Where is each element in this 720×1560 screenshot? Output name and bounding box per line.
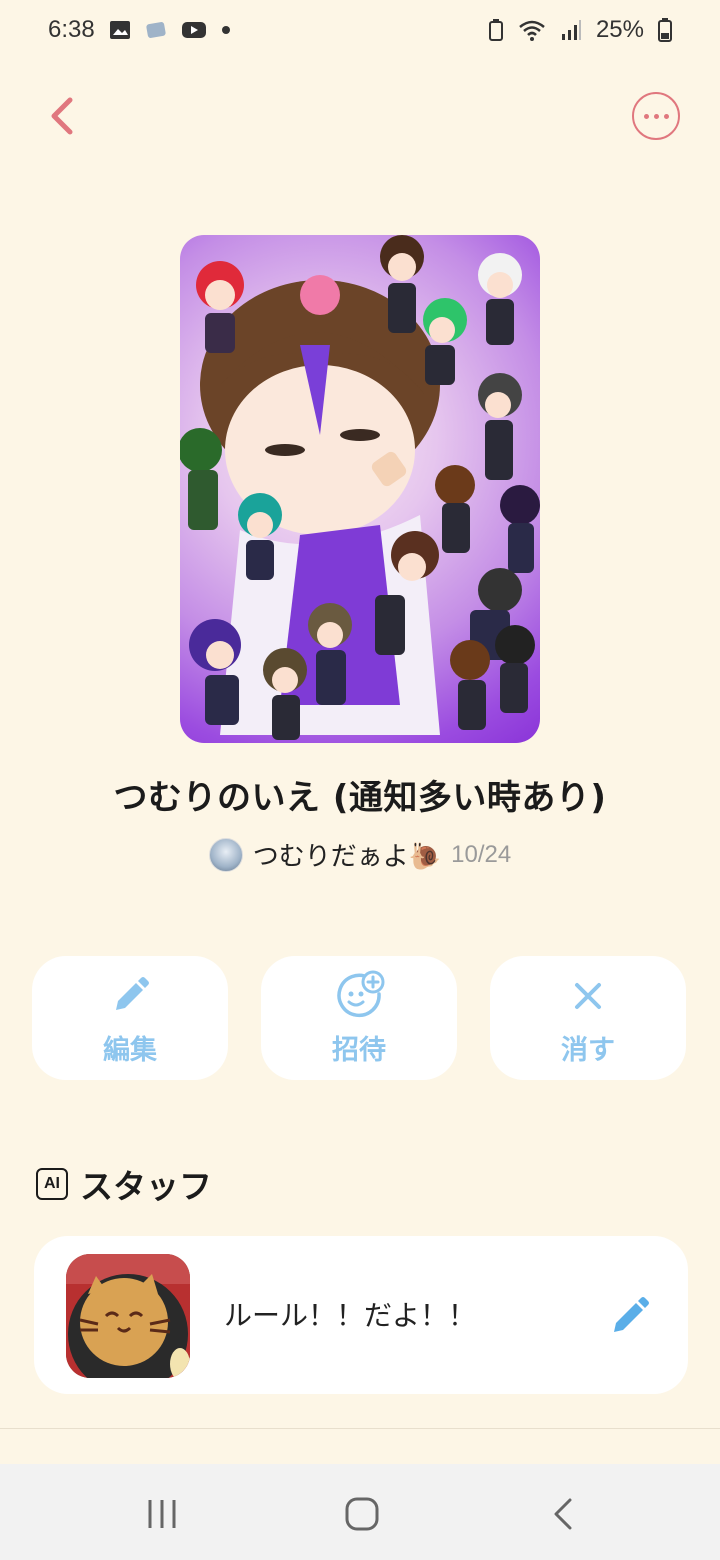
status-bar: 6:38 25% (0, 0, 720, 60)
cover-illustration (180, 235, 540, 740)
delete-button[interactable]: 消す (490, 956, 686, 1080)
room-cover-image (180, 235, 540, 743)
recent-apps-icon (148, 1500, 176, 1528)
home-button[interactable] (342, 1494, 382, 1534)
pancake-image (66, 1254, 190, 1378)
chevron-left-icon (554, 1498, 572, 1530)
more-dot-icon (663, 113, 669, 119)
staff-edit-button[interactable] (610, 1294, 652, 1336)
youtube-icon (181, 22, 206, 38)
chevron-left-icon (51, 97, 73, 135)
back-button[interactable] (40, 92, 88, 140)
invite-button[interactable]: 招待 (261, 956, 457, 1080)
app-icon (146, 22, 166, 38)
room-date: 10/24 (451, 840, 512, 868)
system-nav-bar (0, 1464, 720, 1560)
invite-label: 招待 (332, 1034, 386, 1066)
recent-apps-button[interactable] (142, 1494, 182, 1534)
owner-name: つむりだぁよ🐌 (252, 842, 442, 872)
edit-label: 編集 (103, 1034, 157, 1066)
delete-label: 消す (561, 1034, 615, 1066)
status-time: 6:38 (48, 16, 95, 43)
room-title: つむりのいえ (通知多い時あり) (113, 778, 607, 818)
pencil-icon (116, 976, 149, 1010)
staff-name: ルール！！だよ！！ (224, 1299, 477, 1332)
more-dot-icon (643, 113, 649, 119)
system-back-button[interactable] (544, 1494, 584, 1534)
owner-row[interactable]: つむりだぁよ🐌 10/24 (0, 836, 720, 873)
signal-icon (561, 20, 581, 40)
gallery-icon (109, 21, 130, 39)
battery-percent: 25% (595, 16, 644, 43)
battery-icon (658, 18, 672, 42)
edit-button[interactable]: 編集 (32, 956, 228, 1080)
more-dot-icon (653, 113, 659, 119)
divider (0, 1428, 720, 1429)
staff-section-title: AI スタッフ (36, 1160, 212, 1208)
home-icon (345, 1497, 379, 1531)
more-options-button[interactable] (632, 92, 680, 140)
action-buttons: 編集 招待 消す (32, 956, 688, 1080)
notification-dot-icon (221, 26, 230, 34)
ai-badge-icon: AI (36, 1168, 68, 1200)
battery-saver-icon (488, 19, 503, 41)
staff-avatar (66, 1254, 190, 1378)
owner-avatar (208, 837, 243, 872)
pencil-icon (614, 1297, 649, 1332)
top-bar (0, 70, 720, 160)
wifi-icon (519, 20, 545, 41)
close-icon (575, 982, 601, 1009)
staff-card[interactable]: ルール！！だよ！！ (34, 1236, 688, 1394)
staff-title-label: スタッフ (80, 1167, 212, 1206)
add-user-icon (337, 970, 385, 1017)
